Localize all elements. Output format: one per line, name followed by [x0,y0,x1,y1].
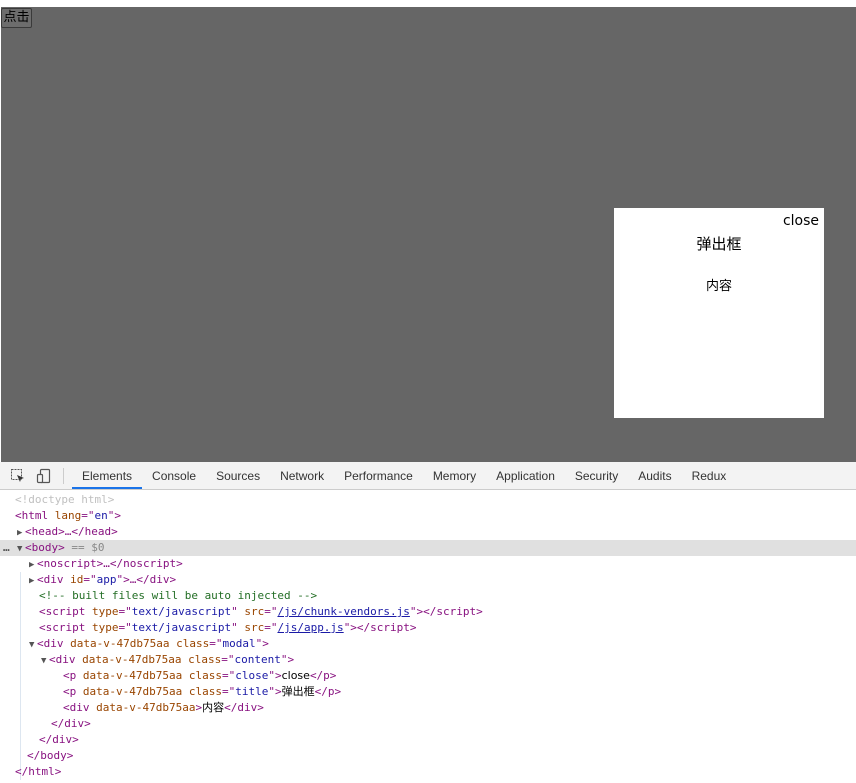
dom-line-close-div-content[interactable]: </div> [0,716,856,732]
expand-triangle-icon[interactable]: ▶ [29,557,37,573]
dom-line-doctype[interactable]: <!doctype html> [0,492,856,508]
left-edge [0,7,1,160]
dom-line-comment[interactable]: <!-- built files will be auto injected -… [0,588,856,604]
dom-line-div-modal[interactable]: ▼ <div data-v-47db75aa class="modal"> [0,636,856,652]
modal-title: 弹出框 [696,235,742,253]
dom-line-div-app[interactable]: ▶ <div id="app">…</div> [0,572,856,588]
modal-close-button[interactable]: close [783,213,819,229]
modal-body-text: 内容 [705,279,732,294]
dom-line-noscript[interactable]: ▶ <noscript>…</noscript> [0,556,856,572]
tab-application[interactable]: Application [486,462,565,489]
page-viewport: 点击 close 弹出框 内容 [0,0,856,462]
elements-tree: <!doctype html> <html lang="en"> ▶ <head>… [0,492,856,783]
dom-line-script-app[interactable]: <script type="text/javascript" src="/js/… [0,620,856,636]
tab-audits[interactable]: Audits [628,462,681,489]
device-toolbar-icon[interactable] [36,468,52,484]
tab-elements[interactable]: Elements [72,462,143,489]
click-button[interactable]: 点击 [1,8,32,28]
collapse-triangle-icon[interactable]: ▼ [41,653,49,669]
expand-triangle-icon[interactable]: ▶ [17,525,25,541]
modal-dialog: close 弹出框 内容 [614,208,824,418]
tab-memory[interactable]: Memory [423,462,486,489]
tab-network[interactable]: Network [270,462,334,489]
dom-line-script-vendors[interactable]: <script type="text/javascript" src="/js/… [0,604,856,620]
tab-console[interactable]: Console [142,462,206,489]
dom-line-close-html[interactable]: </html> [0,764,856,780]
script-src-link[interactable]: /js/app.js [277,621,343,634]
script-src-link[interactable]: /js/chunk-vendors.js [277,605,409,618]
collapse-triangle-icon[interactable]: ▼ [29,637,37,653]
top-strip [0,0,856,7]
dom-line-head[interactable]: ▶ <head>…</head> [0,524,856,540]
collapse-triangle-icon[interactable]: ▼ [17,541,25,557]
dom-line-body[interactable]: … ▼ <body> == $0 [0,540,856,556]
dom-line-p-close[interactable]: <p data-v-47db75aa class="close">close</… [0,668,856,684]
dom-line-div-text[interactable]: <div data-v-47db75aa>内容</div> [0,700,856,716]
expand-triangle-icon[interactable]: ▶ [29,573,37,589]
tab-redux[interactable]: Redux [682,462,737,489]
dom-line-close-div-modal[interactable]: </div> [0,732,856,748]
dom-line-html[interactable]: <html lang="en"> [0,508,856,524]
devtools-toolbar: Elements Console Sources Network Perform… [0,462,856,490]
dom-line-div-content[interactable]: ▼ <div data-v-47db75aa class="content"> [0,652,856,668]
tab-security[interactable]: Security [565,462,628,489]
dom-line-close-body[interactable]: </body> [0,748,856,764]
devtools-panel: Elements Console Sources Network Perform… [0,462,856,783]
inspect-element-icon[interactable] [10,468,26,484]
tab-performance[interactable]: Performance [334,462,423,489]
devtools-tabs: Elements Console Sources Network Perform… [72,462,736,490]
dom-line-p-title[interactable]: <p data-v-47db75aa class="title">弹出框</p> [0,684,856,700]
toolbar-separator [63,468,64,484]
more-dots-icon[interactable]: … [3,540,10,556]
tab-sources[interactable]: Sources [206,462,270,489]
